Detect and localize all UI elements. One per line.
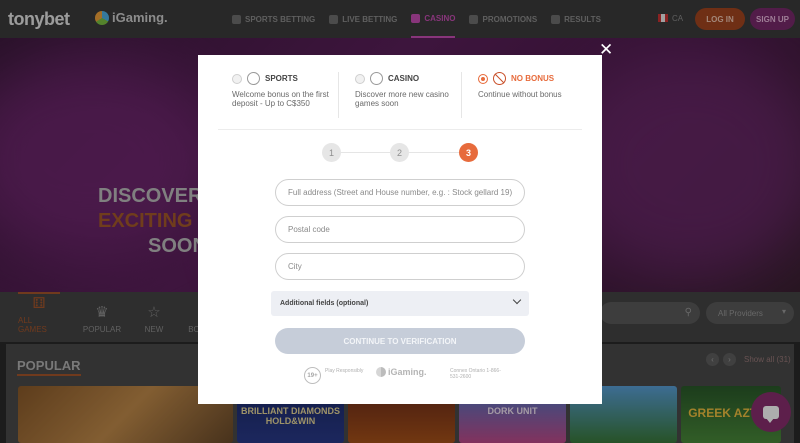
igaming-footer-logo: iGaming.: [376, 367, 427, 377]
igaming-footer-text: iGaming.: [388, 367, 427, 377]
bonus-option-no-bonus[interactable]: NO BONUS Continue without bonus: [478, 72, 578, 120]
bonus-option-desc: Continue without bonus: [478, 90, 562, 99]
bonus-option-title: NO BONUS: [511, 74, 555, 83]
soccer-ball-icon: [247, 72, 260, 85]
address-input[interactable]: [275, 179, 525, 206]
radio-button[interactable]: [232, 73, 242, 84]
continue-to-verification-button[interactable]: CONTINUE TO VERIFICATION: [275, 328, 525, 354]
divider: [461, 72, 462, 118]
igaming-mark-icon: [376, 367, 386, 377]
no-bonus-icon: [493, 72, 506, 85]
bonus-option-casino[interactable]: CASINO Discover more new casino games so…: [355, 72, 455, 120]
age-restriction-badge: 19+: [304, 367, 321, 384]
step-indicator: 1 2 3: [198, 143, 602, 163]
play-responsibly-text: Play Responsibly: [325, 368, 364, 374]
bonus-option-desc: Welcome bonus on the first deposit - Up …: [232, 90, 329, 108]
radio-button[interactable]: [355, 73, 365, 84]
step-1: 1: [322, 143, 341, 162]
registration-modal: SPORTS Welcome bonus on the first deposi…: [198, 55, 602, 404]
divider: [338, 72, 339, 118]
chevron-down-icon: [512, 295, 522, 305]
additional-fields-label: Additional fields (optional): [280, 300, 369, 307]
casino-chip-icon: [370, 72, 383, 85]
city-input[interactable]: [275, 253, 525, 280]
bonus-option-desc: Discover more new casino games soon: [355, 90, 449, 108]
bonus-option-title: CASINO: [388, 74, 420, 83]
step-3: 3: [459, 143, 478, 162]
postal-code-input[interactable]: [275, 216, 525, 243]
step-2: 2: [390, 143, 409, 162]
connex-ontario-text: Connex Ontario 1-866-531-2600: [450, 368, 501, 380]
bonus-option-sports[interactable]: SPORTS Welcome bonus on the first deposi…: [232, 72, 332, 120]
bonus-option-title: SPORTS: [265, 74, 298, 83]
additional-fields-toggle[interactable]: Additional fields (optional): [271, 291, 529, 316]
responsible-gaming-logos: 19+ Play Responsibly iGaming. Connex Ont…: [304, 366, 504, 386]
radio-button-selected[interactable]: [478, 73, 488, 84]
bonus-options: SPORTS Welcome bonus on the first deposi…: [218, 72, 582, 130]
